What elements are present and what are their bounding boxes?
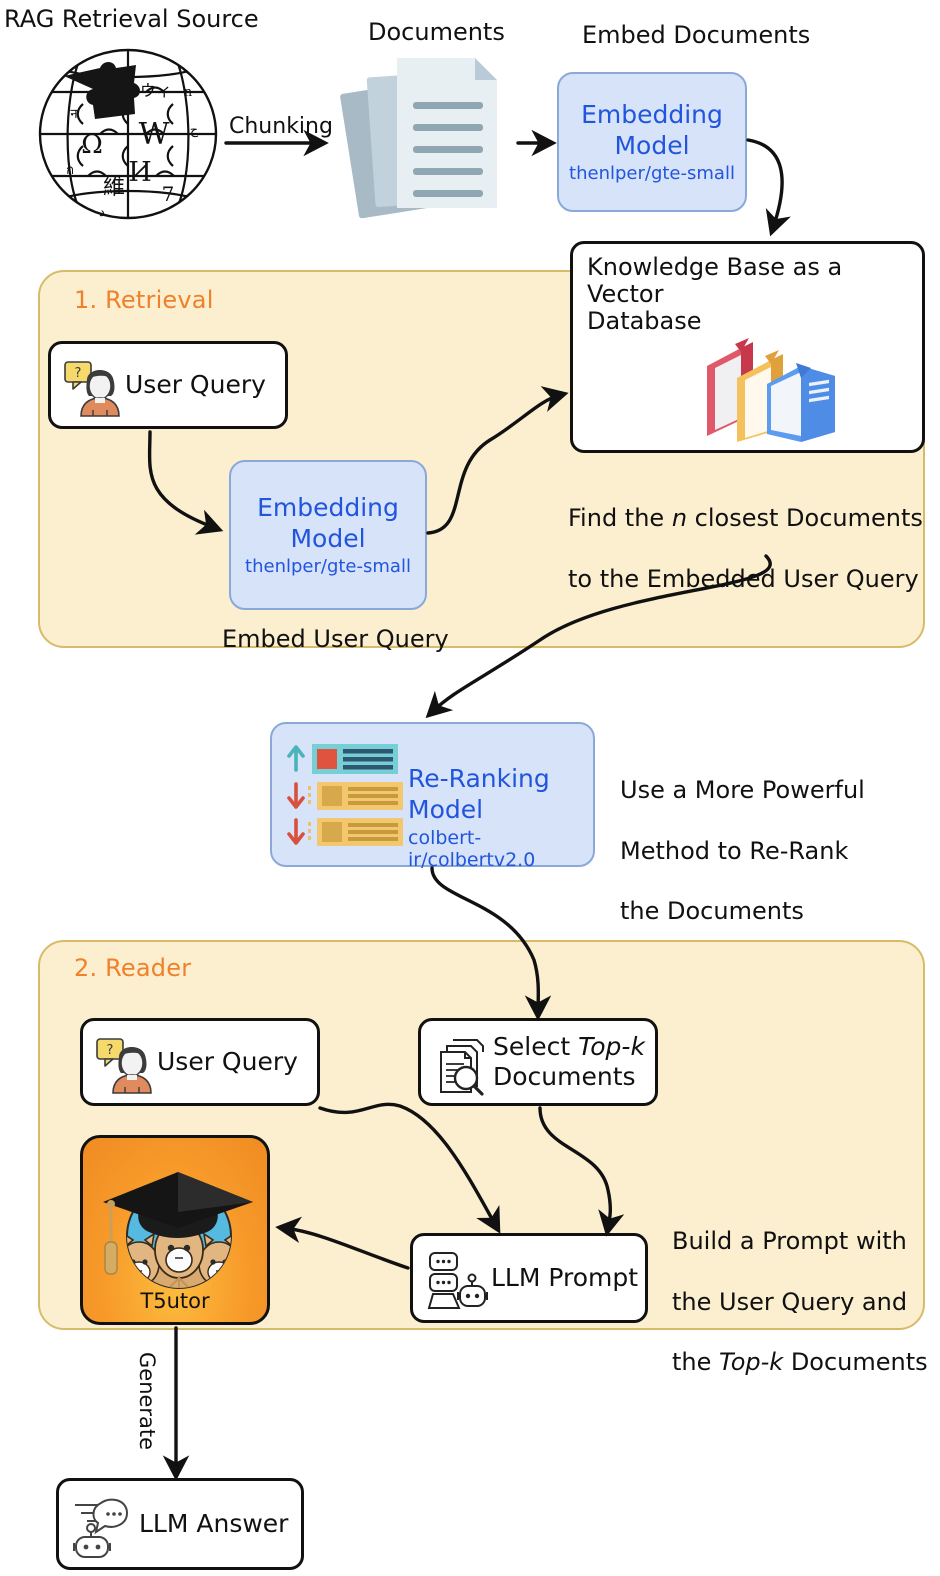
- ranked-list-icon: [284, 740, 404, 855]
- build-note-line3-a: the: [672, 1348, 720, 1377]
- user-query-node-reader[interactable]: ? User Query: [80, 1018, 320, 1106]
- select-topk-line2: Documents: [493, 1062, 636, 1091]
- re-rank-note-line1: Use a More Powerful: [620, 776, 865, 805]
- select-topk-line1-i: Top-k: [578, 1032, 645, 1061]
- books-stack-icon: [701, 322, 841, 442]
- re-ranking-text-block: Re-Ranking Model colbert-ir/colbertv2.0: [408, 764, 593, 871]
- knowledge-base-node[interactable]: Knowledge Base as a Vector Database: [570, 241, 925, 453]
- build-note-line2: the User Query and: [672, 1287, 908, 1316]
- svg-text:ウィ: ウィ: [140, 81, 172, 100]
- generate-label: Generate: [135, 1352, 159, 1451]
- re-ranking-title: Re-Ranking Model: [408, 764, 550, 824]
- documents-search-icon: [433, 1034, 495, 1096]
- svg-text:維: 維: [103, 175, 125, 200]
- build-prompt-note: Build a Prompt with the User Query and t…: [672, 1196, 928, 1377]
- svg-text:ก: ก: [66, 163, 74, 178]
- find-note-part-b: closest Documents: [687, 504, 923, 533]
- embedding-model-documents[interactable]: Embedding Model thenlper/gte-small: [557, 72, 747, 212]
- documents-stack-icon: [335, 48, 520, 223]
- build-note-line3-b: Documents: [783, 1348, 928, 1377]
- wikipedia-globe-icon: Ω W И 維 7 ウィ न ก ج ո د: [28, 48, 228, 220]
- find-note-line2: to the Embedded User Query: [568, 564, 919, 593]
- build-note-line3-i: Top-k: [719, 1348, 784, 1377]
- reader-panel-title: 2. Reader: [74, 954, 192, 982]
- select-topk-text: Select Top-k Documents: [493, 1032, 645, 1092]
- svg-text:И: И: [128, 157, 152, 188]
- llm-prompt-node[interactable]: LLM Prompt: [410, 1233, 648, 1323]
- embedding-model-id: thenlper/gte-small: [569, 163, 735, 184]
- user-question-icon: ?: [95, 1035, 157, 1097]
- embed-user-query-label: Embed User Query: [222, 625, 449, 653]
- re-ranking-model-id: colbert-ir/colbertv2.0: [408, 827, 536, 871]
- user-question-icon: ?: [63, 358, 125, 420]
- svg-text:?: ?: [75, 366, 82, 381]
- embedding-model-line2: Model: [614, 130, 690, 160]
- embedding-model-query-id: thenlper/gte-small: [245, 556, 411, 577]
- chunking-label: Chunking: [229, 114, 333, 139]
- svg-text:न: न: [70, 107, 78, 122]
- re-rank-note-line3: the Documents: [620, 897, 804, 926]
- svg-text:W: W: [139, 117, 170, 152]
- user-query-label-reader: User Query: [157, 1047, 298, 1076]
- embed-documents-label: Embed Documents: [582, 21, 811, 49]
- re-rank-note-line2: Method to Re-Rank: [620, 836, 849, 865]
- arrow-embedding-to-kb: [746, 138, 791, 237]
- documents-label: Documents: [368, 18, 505, 46]
- llm-answer-label: LLM Answer: [139, 1509, 289, 1538]
- embedding-model-query[interactable]: Embedding Model thenlper/gte-small: [229, 460, 427, 610]
- svg-text:ո: ո: [184, 85, 193, 100]
- diagram-canvas: 1. Retrieval 2. Reader RAG Retrieval Sou…: [0, 0, 940, 1576]
- re-ranking-model-box[interactable]: Re-Ranking Model colbert-ir/colbertv2.0: [270, 722, 595, 871]
- svg-text:Ω: Ω: [81, 130, 103, 160]
- retrieval-panel-title: 1. Retrieval: [74, 286, 214, 314]
- llm-answer-node[interactable]: LLM Answer: [56, 1478, 304, 1570]
- knowledge-base-line1: Knowledge Base as a Vector: [587, 253, 843, 308]
- embedding-model-query-line2: Model: [290, 523, 366, 553]
- build-note-line1: Build a Prompt with: [672, 1227, 907, 1256]
- llm-prompt-label: LLM Prompt: [491, 1263, 639, 1292]
- svg-text:ج: ج: [190, 123, 199, 138]
- svg-text:د: د: [99, 205, 105, 220]
- t5utor-label: T5utor: [140, 1289, 210, 1313]
- re-rank-note: Use a More Powerful Method to Re-Rank th…: [620, 745, 865, 926]
- select-topk-line1-a: Select: [493, 1032, 579, 1061]
- svg-text:?: ?: [107, 1043, 114, 1058]
- find-note-part-a: Find the: [568, 504, 672, 533]
- t5utor-node[interactable]: T5utor: [80, 1135, 270, 1325]
- embedding-model-query-line1: Embedding: [257, 493, 399, 522]
- chatbot-answer-icon: [71, 1495, 139, 1559]
- chatbot-laptop-icon: [425, 1250, 491, 1314]
- user-query-node-retrieval[interactable]: ? User Query: [48, 341, 288, 429]
- find-closest-note: Find the n closest Documents to the Embe…: [568, 473, 923, 594]
- embedding-model-line1: Embedding: [581, 100, 723, 129]
- rag-source-label: RAG Retrieval Source: [4, 5, 259, 33]
- select-topk-node[interactable]: Select Top-k Documents: [418, 1018, 658, 1106]
- user-query-label-retrieval: User Query: [125, 370, 266, 399]
- svg-text:7: 7: [162, 182, 175, 206]
- find-note-n: n: [671, 504, 688, 533]
